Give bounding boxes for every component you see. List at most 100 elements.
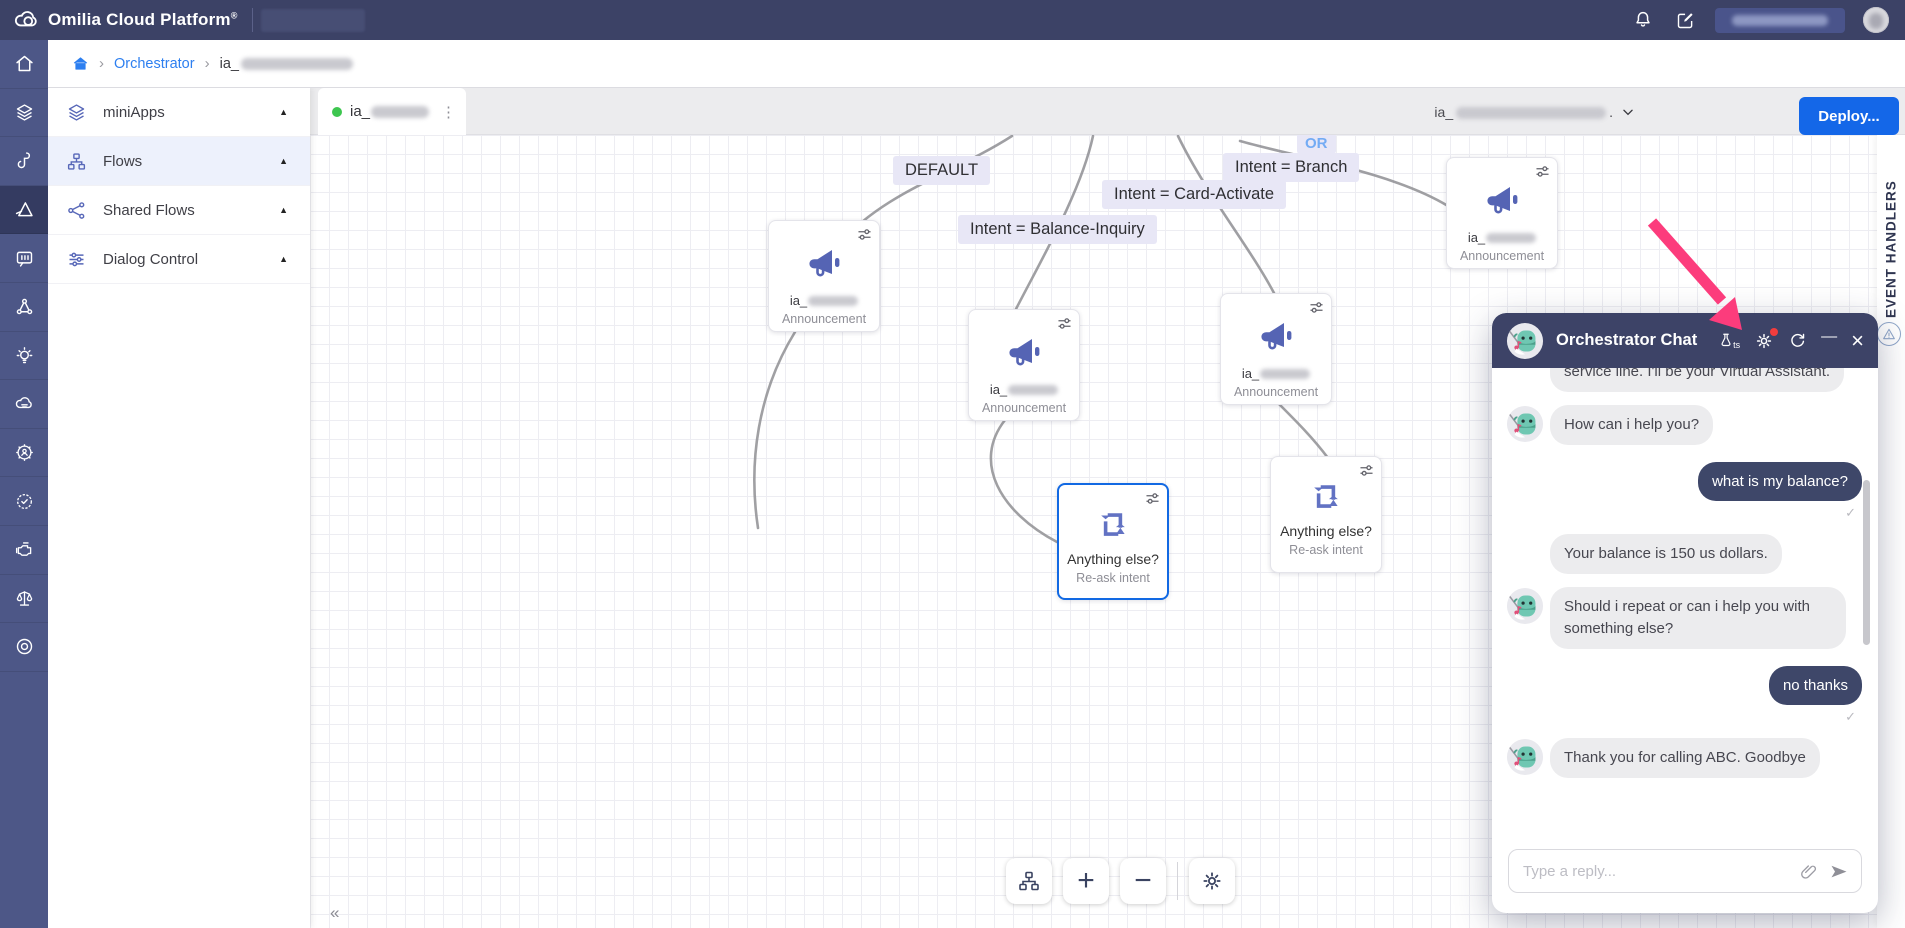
node-settings-icon[interactable] [1309,301,1324,314]
rail-item-deployments[interactable] [0,380,48,429]
flows-icon [66,151,87,172]
nav-item-dialog-control[interactable]: Dialog Control ▲ [48,235,310,284]
flow-node-announcement[interactable]: ia_ Announcement [1446,157,1558,269]
tab-status-dot [332,107,342,117]
rail-item-dialogs[interactable] [0,234,48,283]
rail-item-insights[interactable] [0,332,48,381]
quality-icon [14,491,35,512]
redacted-node-name [1486,233,1536,243]
flow-node-announcement[interactable]: ia_ Announcement [968,309,1080,421]
nav-item-label: Dialog Control [103,251,198,268]
event-handlers-panel[interactable]: EVENT HANDLERS [1877,135,1905,928]
breadcrumb-link-orchestrator[interactable]: Orchestrator [114,56,195,72]
attachment-paperclip-icon[interactable] [1799,862,1819,882]
top-app-bar: Omilia Cloud Platform® [0,0,1905,40]
rail-item-engine[interactable] [0,526,48,575]
warning-icon[interactable] [1877,322,1901,346]
send-icon[interactable] [1829,862,1849,882]
numbers-icon [14,150,35,171]
chat-message-bot: Thank you for calling ABC. Goodbye [1506,738,1862,778]
settings-gear-icon[interactable] [1754,331,1774,351]
auto-layout-button[interactable] [1006,858,1052,904]
zoom-out-button[interactable]: − [1120,858,1166,904]
entities-icon [14,296,35,317]
close-icon[interactable]: × [1851,328,1864,354]
chat-scrollbar-thumb[interactable] [1863,480,1870,645]
redacted-node-name [1008,385,1058,395]
node-subtitle: Announcement [982,401,1066,415]
canvas-toolbar: +− [1006,858,1235,904]
delivered-check-icon: ✓ [1506,505,1856,521]
node-title: Anything else? [1067,551,1159,567]
chevron-down-icon [1621,105,1635,119]
rail-item-entities[interactable] [0,283,48,332]
dialog-control-icon [66,249,87,270]
caret-up-icon: ▲ [279,107,288,117]
brand-name: Omilia Cloud Platform® [48,10,238,30]
rail-item-miniapps[interactable] [0,89,48,138]
notifications-bell-icon[interactable] [1631,8,1655,32]
tab-flow-main[interactable]: ia_ ⋮ [318,88,466,135]
organization-selector[interactable] [1715,8,1845,33]
bot-bubble: service line. I'll be your Virtual Assis… [1550,368,1844,392]
zoom-in-button[interactable]: + [1063,858,1109,904]
nav-item-flows[interactable]: Flows ▲ [48,137,310,186]
flow-node-reask-selected[interactable]: Anything else? Re-ask intent [1057,483,1169,600]
rail-item-support[interactable] [0,623,48,672]
rail-item-orchestrator[interactable] [0,186,48,235]
home-icon[interactable] [72,55,89,72]
breadcrumb-current: ia_ [220,56,353,72]
flow-node-announcement[interactable]: ia_ Announcement [1220,293,1332,405]
rail-item-home[interactable] [0,40,48,89]
rail-item-compliance[interactable] [0,575,48,624]
node-settings-icon[interactable] [1535,165,1550,178]
node-subtitle: Re-ask intent [1289,543,1363,557]
event-handlers-label: EVENT HANDLERS [1877,149,1905,349]
restart-icon[interactable] [1788,331,1807,350]
chat-message-bot: Your balance is 150 us dollars. [1506,534,1862,574]
node-settings-icon[interactable] [857,228,872,241]
shared-flows-icon [66,200,87,221]
bot-avatar [1506,405,1544,443]
version-dropdown[interactable]: ia_. [1434,96,1635,128]
deployments-icon [14,393,35,414]
chat-message-bot: Should i repeat or can i help you with s… [1506,587,1862,649]
user-avatar[interactable] [1863,7,1889,33]
nav-item-shared-flows[interactable]: Shared Flows ▲ [48,186,310,235]
chat-message-user-group: no thanks ✓ [1506,666,1862,726]
reply-input[interactable] [1523,863,1787,880]
bot-avatar [1506,587,1544,625]
minimize-icon[interactable]: — [1821,332,1837,350]
node-title: Anything else? [1280,523,1372,539]
rail-item-user-admin[interactable] [0,429,48,478]
flow-node-reask[interactable]: Anything else? Re-ask intent [1270,456,1382,573]
deploy-button[interactable]: Deploy... [1799,97,1899,135]
node-settings-icon[interactable] [1057,317,1072,330]
user-bubble: no thanks [1769,666,1862,706]
canvas-settings-button[interactable] [1189,858,1235,904]
node-subtitle: Announcement [782,312,866,326]
node-settings-icon[interactable] [1359,464,1374,477]
nav-item-miniapps[interactable]: miniApps ▲ [48,88,310,137]
chat-bot-avatar [1506,322,1544,360]
bot-bubble: Your balance is 150 us dollars. [1550,534,1782,574]
chat-header-icons: ts — × [1717,328,1864,354]
chat-message-bot: service line. I'll be your Virtual Assis… [1506,368,1862,392]
compose-icon[interactable] [1673,8,1697,32]
node-settings-icon[interactable] [1145,492,1160,505]
megaphone-icon [1482,180,1522,220]
miniapps-icon [14,102,35,123]
chat-title: Orchestrator Chat [1556,331,1705,350]
orchestrator-icon [14,199,35,220]
rail-item-numbers[interactable] [0,137,48,186]
chat-input-box[interactable] [1508,849,1862,893]
tab-kebab-menu-icon[interactable]: ⋮ [441,103,456,121]
nav-item-label: miniApps [103,104,165,121]
node-title: ia_ [1242,366,1310,381]
node-subtitle: Announcement [1460,249,1544,263]
panel-collapse-chevrons-icon[interactable]: « [330,903,1897,924]
flow-node-announcement[interactable]: ia_ Announcement [768,220,880,332]
rail-item-quality[interactable] [0,477,48,526]
tests-flask-icon[interactable]: ts [1717,332,1740,350]
bot-bubble: How can i help you? [1550,405,1713,445]
